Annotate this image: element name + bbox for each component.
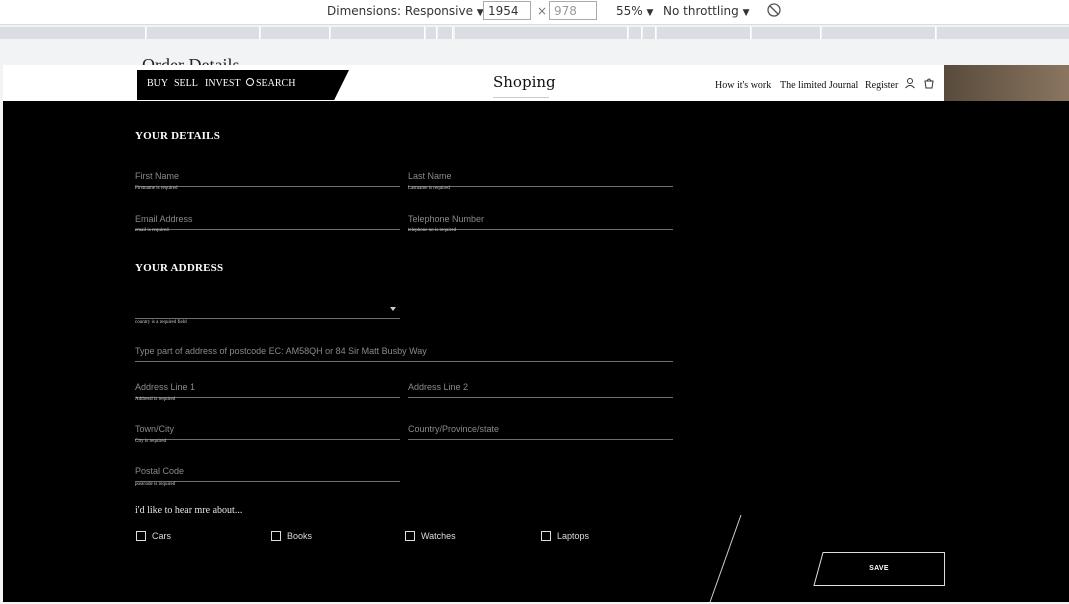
first-name-error: Firstname is required <box>135 186 178 191</box>
address-lookup-placeholder: Type part of address of postcode EC: AM5… <box>135 346 427 356</box>
address-lookup-field[interactable]: Type part of address of postcode EC: AM5… <box>135 341 673 362</box>
checkbox-icon <box>271 531 281 541</box>
interest-label: Cars <box>152 531 172 541</box>
nav-invest[interactable]: INVEST <box>205 78 241 89</box>
email-error: email is required <box>135 228 169 233</box>
email-field[interactable]: Email Address <box>135 209 400 230</box>
rotate-icon[interactable] <box>767 3 781 17</box>
nav-sell[interactable]: SELL <box>174 78 198 89</box>
decorative-slash <box>709 515 742 602</box>
interest-label: Watches <box>421 531 456 541</box>
email-placeholder: Email Address <box>135 214 193 224</box>
page-viewport: BUY SELL INVEST SEARCH Shoping How it's … <box>3 65 1069 602</box>
basket-icon[interactable] <box>923 77 935 89</box>
address-line2-placeholder: Address Line 2 <box>408 382 469 392</box>
save-button-label: SAVE <box>869 565 889 572</box>
address-line2-field[interactable]: Address Line 2 <box>408 377 673 398</box>
first-name-field[interactable]: First Name <box>135 166 400 187</box>
town-field[interactable]: Town/City <box>135 419 400 440</box>
checkbox-icon <box>541 531 551 541</box>
state-field[interactable]: Country/Province/state <box>408 419 673 440</box>
address-line1-field[interactable]: Address Line 1 <box>135 377 400 398</box>
chevron-down-icon <box>390 307 396 311</box>
devtools-toolbar: Dimensions: Responsive ▼ 1954 × 978 55% … <box>0 0 1069 25</box>
caret-down-icon: ▼ <box>646 8 654 18</box>
order-details-heading: Order Details <box>142 55 240 65</box>
first-name-placeholder: First Name <box>135 171 180 181</box>
nav-search-label: SEARCH <box>256 78 296 89</box>
last-name-error: Lastname is required <box>408 186 450 191</box>
save-button[interactable]: SAVE <box>813 552 945 586</box>
checkbox-icon <box>136 531 146 541</box>
media-query-ruler[interactable] <box>0 25 1069 41</box>
zoom-dropdown[interactable]: 55% ▼ <box>616 4 653 18</box>
times-icon: × <box>537 4 548 18</box>
user-icon[interactable] <box>904 77 916 89</box>
address-line1-error: Addressl is required <box>135 397 176 402</box>
throttling-label: No throttling <box>663 4 739 18</box>
width-input[interactable]: 1954 <box>483 1 531 20</box>
postal-code-placeholder: Postal Code <box>135 466 185 476</box>
interest-prompt: i'd like to hear mre about... <box>135 505 243 516</box>
nav-buy[interactable]: BUY <box>147 78 168 89</box>
details-title: YOUR DETAILS <box>135 130 221 142</box>
last-name-placeholder: Last Name <box>408 171 452 181</box>
dimensions-label: Dimensions: Responsive <box>327 4 473 18</box>
journal-link[interactable]: The limited Journal <box>780 80 858 91</box>
address-title: YOUR ADDRESS <box>135 262 224 274</box>
brand-logo[interactable]: Shoping <box>493 73 556 91</box>
address-line1-placeholder: Address Line 1 <box>135 382 196 392</box>
height-input[interactable]: 978 <box>549 1 597 20</box>
town-placeholder: Town/City <box>135 424 175 434</box>
main-nav <box>137 70 349 100</box>
telephone-field[interactable]: Telephone Number <box>408 209 673 230</box>
checkbox-icon <box>405 531 415 541</box>
country-error: country is a required field <box>135 320 187 325</box>
telephone-placeholder: Telephone Number <box>408 214 485 224</box>
state-placeholder: Country/Province/state <box>408 424 500 434</box>
how-it-works-link[interactable]: How it's work <box>715 80 771 91</box>
telephone-error: telephone no is required <box>408 228 457 233</box>
zoom-label: 55% <box>616 4 643 18</box>
search-icon <box>246 78 254 86</box>
interest-label: Books <box>287 531 313 541</box>
nav-search[interactable]: SEARCH <box>246 78 295 89</box>
postal-code-error: postcode is required <box>135 482 176 487</box>
brand-underline <box>493 97 549 98</box>
throttling-dropdown[interactable]: No throttling ▼ <box>663 4 750 18</box>
country-select[interactable] <box>135 298 400 319</box>
interest-label: Laptops <box>557 531 590 541</box>
register-link[interactable]: Register <box>865 80 898 91</box>
site-header: BUY SELL INVEST SEARCH Shoping How it's … <box>3 65 944 101</box>
town-error: City is required <box>135 439 167 444</box>
postal-code-field[interactable]: Postal Code <box>135 461 400 482</box>
caret-down-icon: ▼ <box>742 8 750 18</box>
dimensions-dropdown[interactable]: Dimensions: Responsive ▼ <box>327 4 484 18</box>
last-name-field[interactable]: Last Name <box>408 166 673 187</box>
